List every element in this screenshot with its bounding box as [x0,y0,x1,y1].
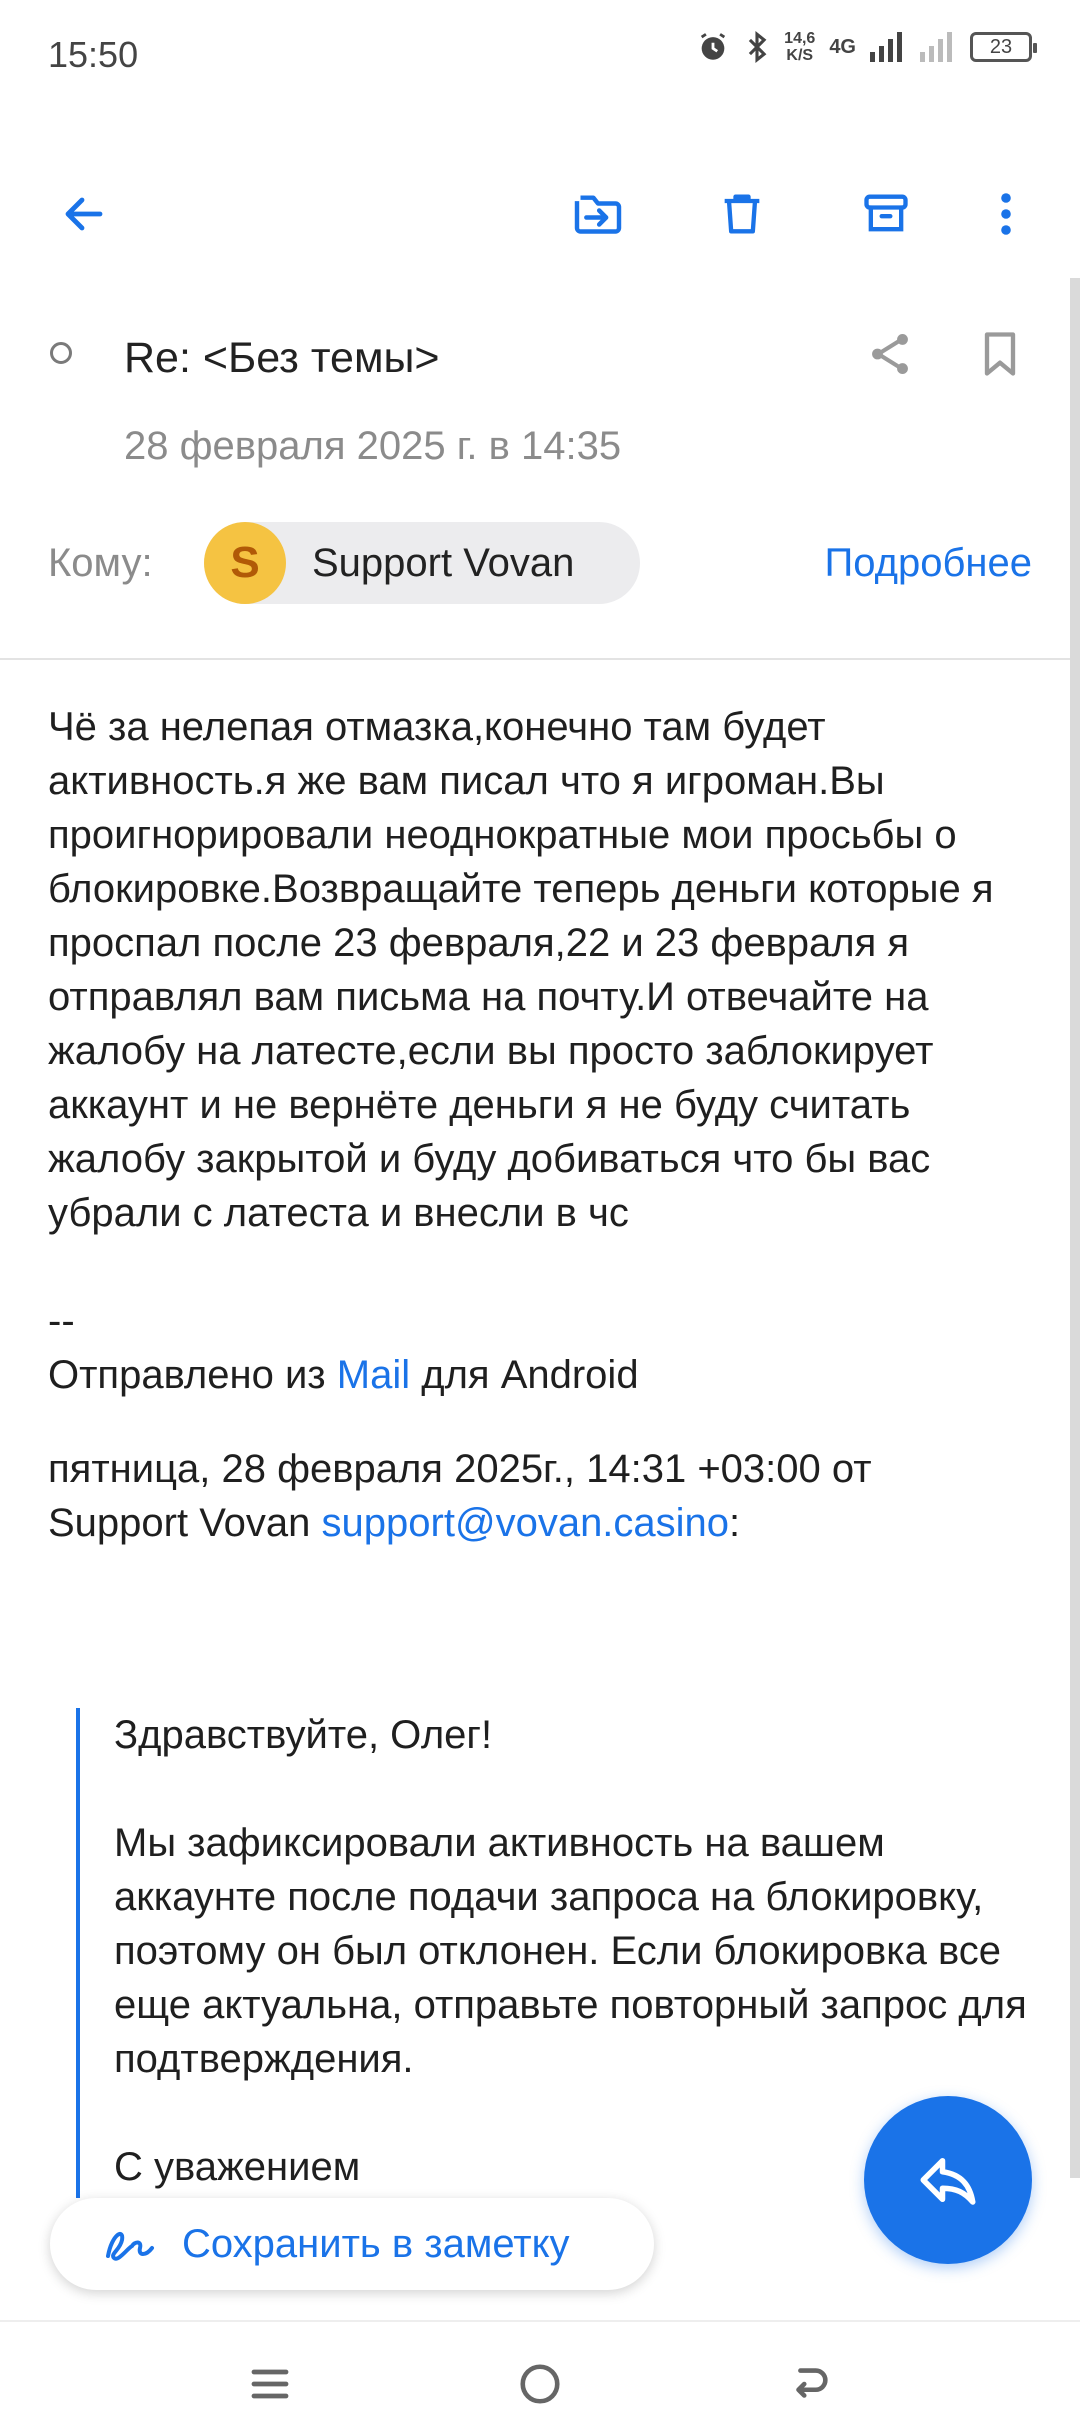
status-time: 15:50 [48,34,139,75]
back-button[interactable] [52,182,116,246]
signal-weak-icon [920,32,952,62]
details-link[interactable]: Подробнее [825,541,1032,586]
save-to-note-button[interactable]: Сохранить в заметку [50,2198,654,2290]
save-to-note-label: Сохранить в заметку [182,2221,570,2266]
move-to-folder-icon [574,195,622,234]
quote-email-link[interactable]: support@vovan.casino [322,1501,730,1545]
share-icon [872,334,908,374]
trash-icon [724,194,760,234]
home-nav-button[interactable] [500,2344,580,2424]
reply-icon [920,2158,976,2205]
more-button[interactable] [974,182,1038,246]
status-icons: 14,6 K/S 4G 23 [696,30,1037,64]
scrollbar[interactable] [1070,278,1080,2178]
more-vertical-icon [1001,193,1011,235]
signature-prefix: Отправлено из [48,1353,326,1397]
to-label: Кому: [48,541,153,585]
quote-colon: : [729,1501,741,1545]
move-button[interactable] [566,182,630,246]
reply-button[interactable] [864,2096,1032,2264]
unread-indicator[interactable] [50,342,72,364]
share-button[interactable] [858,322,922,386]
archive-button[interactable] [854,182,918,246]
signal-icon [870,32,902,62]
header-divider [0,658,1080,660]
quote-header: пятница, 28 февраля 2025г., 14:31 +03:00… [48,1442,1038,1550]
quote-body: Мы зафиксировали активность на вашем акк… [114,1821,1027,2081]
menu-nav-button[interactable] [230,2344,310,2424]
back-nav-button[interactable] [770,2344,850,2424]
home-circle-icon [520,2364,560,2404]
menu-icon [251,2369,289,2399]
mail-app-link[interactable]: Mail [337,1353,410,1397]
battery-icon: 23 [970,32,1037,62]
net-speed: 14,6 K/S [784,30,816,64]
quote-sender: Support Vovan [48,1501,311,1545]
archive-icon [864,194,908,232]
signature-line: Отправлено из Mail для Android [48,1348,1038,1402]
delete-button[interactable] [710,182,774,246]
message-body: Чё за нелепая отмазка,конечно там будет … [48,700,1038,1550]
back-nav-icon [796,2368,828,2398]
recipient-name: Support Vovan [312,540,575,585]
signature-suffix: для Android [421,1353,639,1397]
bluetooth-icon [748,31,767,63]
recipient-chip[interactable]: S Support Vovan [204,522,640,604]
quote-header-line: пятница, 28 февраля 2025г., 14:31 +03:00… [48,1447,872,1491]
email-date: 28 февраля 2025 г. в 14:35 [124,424,622,468]
quote-greeting: Здравствуйте, Олег! [114,1713,493,1757]
bookmark-icon [984,332,1016,376]
arrow-left-icon [65,197,103,231]
network-label: 4G [829,35,856,58]
bookmark-button[interactable] [968,322,1032,386]
note-logo-icon [106,2231,154,2261]
message-text: Чё за нелепая отмазка,конечно там будет … [48,705,994,1235]
email-subject: Re: <Без темы> [124,334,440,382]
signature-separator: -- [48,1299,75,1343]
alarm-icon [701,33,726,60]
avatar: S [204,522,286,604]
